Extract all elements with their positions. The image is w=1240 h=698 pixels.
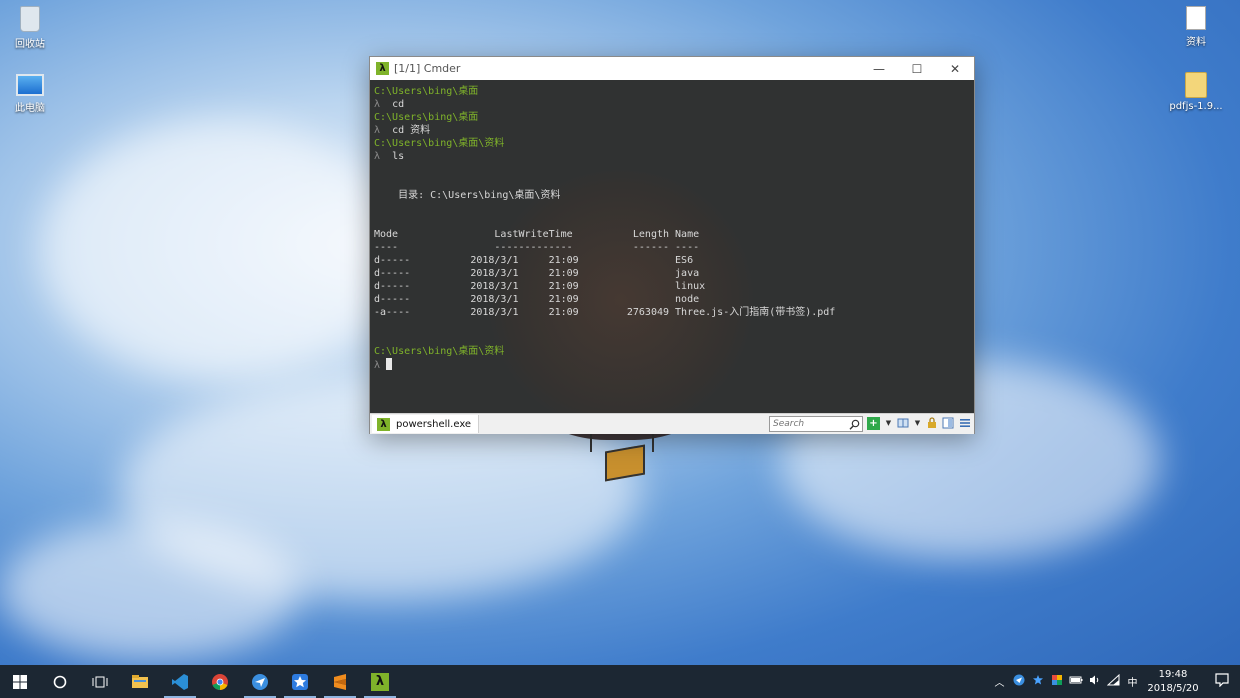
taskbar: λ ︿ 中 19:48 2018/5/20 [0, 665, 1240, 698]
desktop-icon-label: 资料 [1186, 37, 1206, 48]
task-view-icon [92, 676, 108, 687]
sublime-text-icon [334, 673, 346, 690]
system-tray: ︿ 中 19:48 2018/5/20 [990, 665, 1240, 698]
chevron-down-icon[interactable]: ▼ [882, 417, 895, 430]
listing-rows: d----- 2018/3/1 21:09 ES6 d----- 2018/3/… [374, 255, 835, 318]
command-text: cd 资料 [392, 125, 431, 136]
cmder-lambda-icon: λ [376, 62, 389, 75]
console-tab[interactable]: λ powershell.exe [372, 415, 480, 433]
windows-logo-icon [13, 674, 27, 689]
listing-row: d----- 2018/3/1 21:09 ES6 [374, 255, 694, 266]
search-icon[interactable] [849, 419, 860, 430]
taskbar-clock[interactable]: 19:48 2018/5/20 [1142, 668, 1204, 696]
computer-icon [16, 74, 44, 96]
desktop-icon-pdfjs[interactable]: pdfjs-1.9... [1164, 72, 1228, 112]
feishu-tray-icon[interactable] [1009, 674, 1028, 689]
clock-time: 19:48 [1158, 668, 1188, 680]
folder-icon [132, 675, 148, 688]
prompt-lambda: λ [374, 99, 381, 110]
listing-underline: ---- ------------- ------ ---- [374, 242, 700, 253]
taskbar-feishu[interactable] [240, 665, 280, 698]
lock-icon[interactable] [925, 417, 938, 430]
chevron-down-icon[interactable]: ▼ [911, 417, 924, 430]
listing-row: -a---- 2018/3/1 21:09 2763049 Three.js-入… [374, 307, 836, 318]
taskbar-file-explorer[interactable] [120, 665, 160, 698]
desktop-icon-ziliao[interactable]: 资料 [1164, 6, 1228, 48]
close-button[interactable]: ✕ [936, 57, 974, 80]
ime-indicator[interactable]: 中 [1123, 674, 1142, 689]
action-center-button[interactable] [1204, 672, 1240, 691]
cloud [0, 520, 300, 660]
prompt-lambda: λ [374, 151, 381, 162]
taskbar-vscode[interactable] [160, 665, 200, 698]
clock-date: 2018/5/20 [1147, 682, 1199, 694]
listing-row: d----- 2018/3/1 21:09 java [374, 268, 700, 279]
window-titlebar[interactable]: λ [1/1] Cmder — ☐ ✕ [370, 57, 974, 80]
cmder-lambda-icon: λ [377, 417, 390, 431]
cmder-lambda-icon: λ [371, 672, 389, 691]
window-title: [1/1] Cmder [394, 62, 461, 75]
paper-plane-icon [252, 673, 268, 690]
search-input[interactable] [770, 419, 849, 429]
minimize-button[interactable]: — [860, 57, 898, 80]
new-console-icon[interactable]: + [867, 417, 880, 430]
menu-icon[interactable] [958, 417, 971, 430]
cortana-button[interactable] [40, 665, 80, 698]
recycle-bin-icon [20, 6, 40, 32]
balloon-basket [605, 444, 645, 482]
notification-icon [1215, 673, 1229, 688]
taskbar-chrome[interactable] [200, 665, 240, 698]
chrome-icon [212, 673, 228, 690]
prompt-path: C:\Users\bing\桌面 [374, 86, 479, 97]
directory-line: 目录: C:\Users\bing\桌面\资料 [374, 190, 561, 201]
chevron-up-icon[interactable]: ︿ [990, 674, 1009, 689]
prompt-path: C:\Users\bing\桌面\资料 [374, 346, 505, 357]
desktop-icon-recycle-bin[interactable]: 回收站 [0, 6, 62, 50]
task-view-button[interactable] [80, 665, 120, 698]
status-bar: λ powershell.exe + ▼ ▼ [370, 413, 974, 434]
desktop-icon-this-pc[interactable]: 此电脑 [0, 70, 62, 114]
prompt-path: C:\Users\bing\桌面 [374, 112, 479, 123]
command-text: ls [392, 151, 405, 162]
document-icon [1186, 6, 1206, 30]
volume-icon[interactable] [1085, 674, 1104, 689]
start-button[interactable] [0, 665, 40, 698]
cortana-circle-icon [53, 675, 67, 688]
prompt-lambda: λ [374, 125, 381, 136]
listing-header: Mode LastWriteTime Length Name [374, 229, 700, 240]
desktop-icon-label: pdfjs-1.9... [1169, 101, 1223, 112]
taskbar-cmder[interactable]: λ [360, 665, 400, 698]
desktop-icon-label: 回收站 [15, 39, 45, 50]
taskbar-app-star[interactable] [280, 665, 320, 698]
text-cursor [386, 358, 393, 370]
desktop-icon-label: 此电脑 [15, 103, 45, 114]
wifi-icon[interactable] [1104, 673, 1123, 689]
taskbar-sublime-text[interactable] [320, 665, 360, 698]
cmder-window: λ [1/1] Cmder — ☐ ✕ C:\Users\bing\桌面 λ c… [369, 56, 975, 434]
star-app-icon [292, 673, 308, 690]
prompt-path: C:\Users\bing\桌面\资料 [374, 138, 505, 149]
listing-row: d----- 2018/3/1 21:09 linux [374, 281, 706, 292]
tab-label: powershell.exe [396, 418, 472, 430]
terminal-console[interactable]: C:\Users\bing\桌面 λ cd C:\Users\bing\桌面 λ… [370, 80, 974, 413]
prompt-lambda: λ [374, 360, 381, 371]
cloud [40, 120, 400, 380]
listing-row: d----- 2018/3/1 21:09 node [374, 294, 700, 305]
terminal-output: C:\Users\bing\桌面 λ cd C:\Users\bing\桌面 λ… [374, 85, 835, 372]
split-view-icon[interactable] [941, 417, 954, 430]
window-layout-icon[interactable] [896, 417, 909, 430]
colorful-app-tray-icon[interactable] [1047, 674, 1066, 689]
vscode-icon [172, 673, 188, 690]
command-text: cd [392, 99, 405, 110]
battery-icon[interactable] [1066, 675, 1085, 688]
search-box [769, 416, 863, 432]
star-tray-icon[interactable] [1028, 674, 1047, 689]
maximize-button[interactable]: ☐ [898, 57, 936, 80]
zip-folder-icon [1185, 72, 1207, 98]
